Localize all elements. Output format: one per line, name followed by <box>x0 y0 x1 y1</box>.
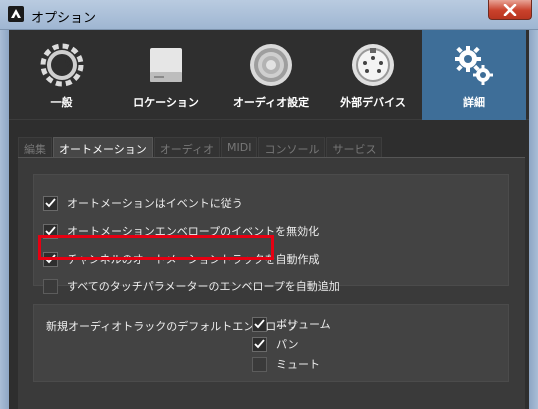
option-disable-envelope-events[interactable]: オートメーションエンベロープのイベントを無効化 <box>43 221 319 241</box>
category-label: 詳細 <box>463 96 485 109</box>
envelope-option-volume[interactable]: ボリューム <box>252 314 331 334</box>
checkmark-icon <box>45 226 56 236</box>
tab-services[interactable]: サービス <box>326 137 383 157</box>
subtab-bar: 編集 オートメーション オーディオ MIDI コンソール サービス <box>18 137 383 157</box>
category-advanced[interactable]: 詳細 <box>422 30 526 120</box>
envelope-option-pan[interactable]: パン <box>252 334 299 354</box>
window-frame-left <box>0 30 9 409</box>
gears-icon <box>449 40 499 90</box>
category-label: ロケーション <box>133 96 199 109</box>
checkbox[interactable] <box>252 356 267 372</box>
category-label: オーディオ設定 <box>232 96 310 109</box>
checkbox[interactable] <box>43 251 58 267</box>
automation-options-group: オートメーションはイベントに従う オートメーションエンベロープのイベントを無効化… <box>33 174 509 294</box>
category-toolbar: 一般 ロケーション オーディオ設定 外部デバイス 詳細 <box>9 30 529 120</box>
checkbox[interactable] <box>43 278 58 294</box>
midi-port-icon <box>348 40 398 90</box>
tab-midi[interactable]: MIDI <box>221 137 258 157</box>
option-label: すべてのタッチパラメーターのエンベロープを自動追加 <box>67 280 340 293</box>
tab-edit[interactable]: 編集 <box>18 137 52 157</box>
category-general[interactable]: 一般 <box>9 30 114 120</box>
checkbox[interactable] <box>43 223 58 239</box>
checkbox[interactable] <box>252 316 267 332</box>
title-bar: オプション <box>0 0 538 30</box>
option-follow-events[interactable]: オートメーションはイベントに従う <box>43 193 243 213</box>
envelope-option-mute[interactable]: ミュート <box>252 354 320 374</box>
tab-console[interactable]: コンソール <box>258 137 326 157</box>
option-label: パン <box>276 338 299 351</box>
tab-automation[interactable]: オートメーション <box>53 137 153 157</box>
category-audio-setup[interactable]: オーディオ設定 <box>218 30 324 120</box>
window-title: オプション <box>31 11 97 26</box>
checkmark-icon <box>45 254 56 264</box>
option-label: ボリューム <box>276 318 331 331</box>
close-icon <box>503 3 517 16</box>
tab-audio[interactable]: オーディオ <box>153 137 221 157</box>
category-external-devices[interactable]: 外部デバイス <box>324 30 422 120</box>
checkmark-icon <box>45 198 56 208</box>
checkbox[interactable] <box>252 336 267 352</box>
category-label: 一般 <box>50 96 73 109</box>
option-label: ミュート <box>276 358 320 371</box>
drive-icon <box>141 40 191 90</box>
close-button[interactable] <box>488 0 532 20</box>
option-auto-create-channel-tracks[interactable]: チャンネルのオートメーショントラックを自動作成 <box>43 249 319 269</box>
option-label: オートメーションエンベロープのイベントを無効化 <box>67 225 320 238</box>
checkmark-icon <box>254 319 265 329</box>
category-location[interactable]: ロケーション <box>114 30 218 120</box>
speaker-icon <box>246 40 296 90</box>
checkbox[interactable] <box>43 195 58 211</box>
app-logo-icon <box>8 6 24 22</box>
window-frame-right <box>529 30 538 409</box>
option-label: オートメーションはイベントに従う <box>67 197 243 210</box>
options-dialog: 一般 ロケーション オーディオ設定 外部デバイス 詳細 編集 オートメーション … <box>9 30 529 409</box>
option-auto-add-touch-envelopes[interactable]: すべてのタッチパラメーターのエンベロープを自動追加 <box>43 277 340 295</box>
sync-icon <box>37 40 87 90</box>
option-label: チャンネルのオートメーショントラックを自動作成 <box>67 253 320 266</box>
automation-panel: オートメーションはイベントに従う オートメーションエンベロープのイベントを無効化… <box>18 157 525 409</box>
default-envelopes-group: 新規オーディオトラックのデフォルトエンベロープ ボリューム パン ミュート <box>33 304 509 382</box>
category-label: 外部デバイス <box>340 96 406 109</box>
checkmark-icon <box>254 339 265 349</box>
